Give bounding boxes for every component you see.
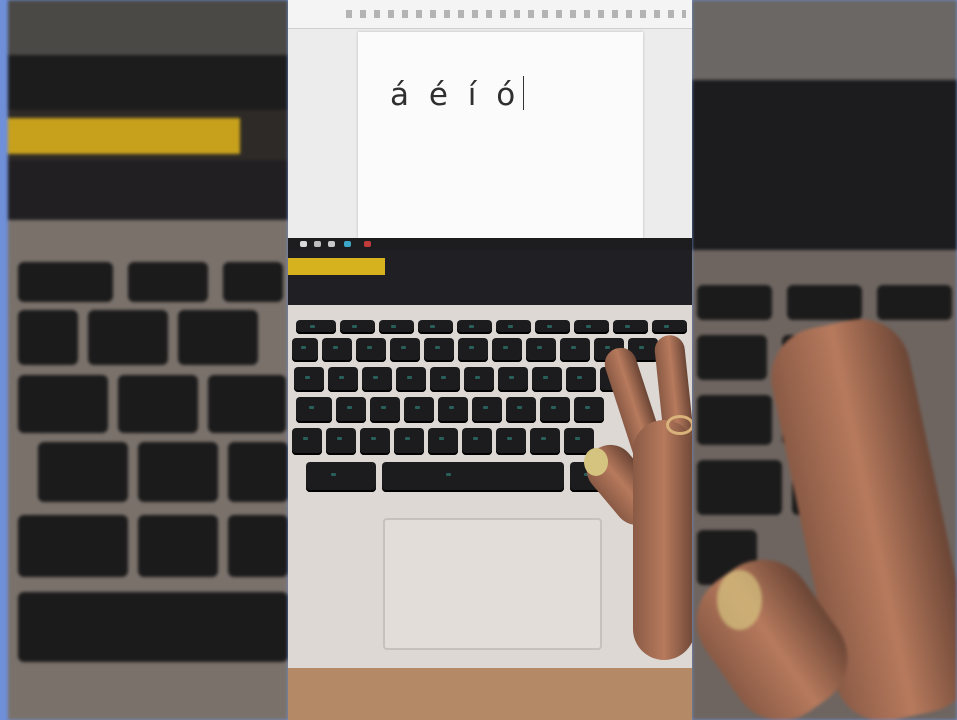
keyboard-key — [292, 338, 318, 362]
blurred-background-right — [692, 0, 957, 720]
taskbar-shelf — [288, 238, 692, 250]
keyboard-key — [428, 428, 458, 455]
keyboard-key — [418, 320, 453, 334]
hand — [633, 420, 692, 660]
keyboard-key — [306, 462, 376, 492]
keyboard-key — [458, 338, 488, 362]
laptop-screen: á é í ó — [288, 0, 692, 238]
keyboard-key — [396, 367, 426, 392]
keyboard-key — [336, 397, 366, 423]
keyboard-key — [526, 338, 556, 362]
keyboard-key — [296, 397, 332, 423]
keyboard-key — [296, 320, 336, 334]
text-cursor — [523, 76, 525, 110]
keyboard-key — [394, 428, 424, 455]
keyboard-key — [294, 367, 324, 392]
typed-accented-vowels: á é í ó — [390, 77, 521, 113]
app-icon — [344, 241, 351, 247]
keyboard-key — [496, 428, 526, 455]
keyboard-key — [326, 428, 356, 455]
ring — [666, 415, 692, 435]
keyboard-key — [379, 320, 414, 334]
keyboard-key — [472, 397, 502, 423]
keyboard-key — [574, 397, 604, 423]
app-icon — [314, 241, 321, 247]
keyboard-key — [360, 428, 390, 455]
keyboard-key — [438, 397, 468, 423]
keyboard-key — [530, 428, 560, 455]
app-icon — [328, 241, 335, 247]
keyboard-key — [566, 367, 596, 392]
keyboard-key — [370, 397, 400, 423]
video-frame: á é í ó — [0, 0, 957, 720]
keyboard-key — [390, 338, 420, 362]
trackpad — [383, 518, 602, 650]
document-page: á é í ó — [358, 32, 643, 238]
thumb-nail — [584, 448, 608, 476]
keyboard-key — [492, 338, 522, 362]
keyboard-key — [535, 320, 570, 334]
keyboard-key — [652, 320, 687, 334]
keyboard-key — [532, 367, 562, 392]
keyboard-key — [464, 367, 494, 392]
blurred-background-left — [8, 0, 288, 720]
keyboard-key — [457, 320, 492, 334]
keyboard-key — [560, 338, 590, 362]
editor-toolbar — [288, 0, 692, 29]
keyboard-key — [496, 320, 531, 334]
wooden-table — [288, 668, 692, 720]
keyboard-key — [328, 367, 358, 392]
keyboard-key — [362, 367, 392, 392]
keyboard-key — [574, 320, 609, 334]
keyboard-key — [292, 428, 322, 455]
keyboard-key — [430, 367, 460, 392]
keyboard-key — [613, 320, 648, 334]
keyboard-key — [356, 338, 386, 362]
document-text: á é í ó — [390, 76, 525, 113]
keyboard-key — [404, 397, 434, 423]
laptop-photo: á é í ó — [288, 0, 692, 720]
keyboard-key — [322, 338, 352, 362]
toolbar-icons — [346, 10, 686, 18]
keyboard-key — [540, 397, 570, 423]
space-bar — [382, 462, 564, 492]
app-icon — [300, 241, 307, 247]
app-icon — [364, 241, 371, 247]
keyboard-key — [340, 320, 375, 334]
yellow-highlight-bar — [288, 258, 385, 275]
keyboard-key — [462, 428, 492, 455]
keyboard-key — [506, 397, 536, 423]
keyboard-key — [498, 367, 528, 392]
keyboard-key — [424, 338, 454, 362]
